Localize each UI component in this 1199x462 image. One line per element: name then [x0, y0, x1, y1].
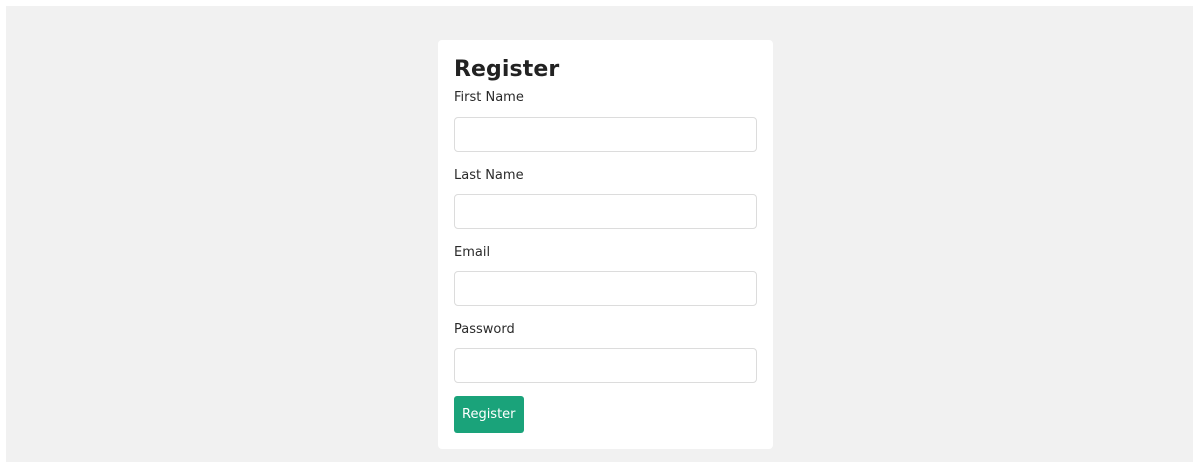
password-label: Password — [454, 322, 515, 337]
register-card: Register First Name Last Name Email Pass… — [438, 40, 773, 449]
last-name-input[interactable] — [454, 194, 757, 229]
first-name-label: First Name — [454, 90, 524, 105]
page-background: Register First Name Last Name Email Pass… — [6, 6, 1193, 462]
password-input[interactable] — [454, 348, 757, 383]
form-title: Register — [454, 57, 560, 82]
email-input[interactable] — [454, 271, 757, 306]
first-name-input[interactable] — [454, 117, 757, 152]
last-name-label: Last Name — [454, 168, 524, 183]
email-label: Email — [454, 245, 491, 260]
register-button[interactable]: Register — [454, 396, 524, 433]
